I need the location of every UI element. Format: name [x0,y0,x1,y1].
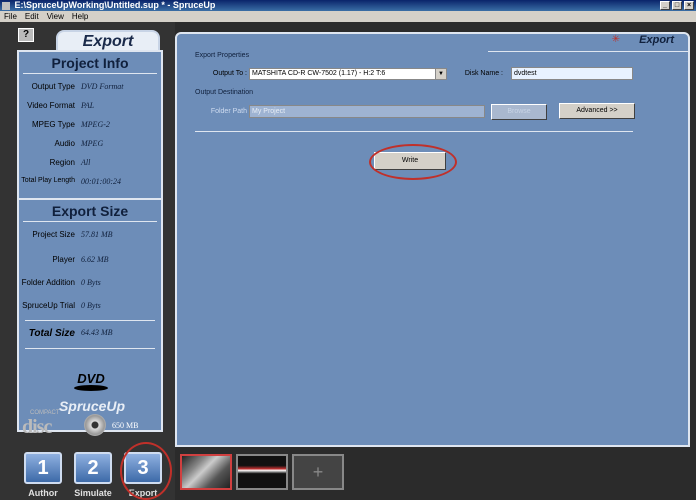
export-size-title: Export Size [23,200,157,222]
advanced-button[interactable]: Advanced >> [559,103,635,119]
size-row-spruceup-trial: SpruceUp Trial 0 Byts [19,301,161,313]
output-destination-title: Output Destination [195,89,253,96]
info-row-region: Region All [19,158,161,170]
export-main-panel: ✳ Export Export Properties Output To : M… [175,32,690,447]
simulate-mode-button[interactable]: 2 [74,452,112,484]
app-body: ? Export Project Info Output Type DVD Fo… [0,22,696,500]
annotation-circle-write [369,144,457,180]
info-row-total-play-length: Total Play Length 00:01:00:24 [19,177,161,189]
size-label: Folder Addition [21,278,75,287]
size-value: 57.81 MB [81,230,113,239]
add-menu-thumbnail[interactable]: + [292,454,344,490]
info-label: MPEG Type [32,120,75,129]
info-row-audio: Audio MPEG [19,139,161,151]
main-tab-label: Export [639,34,674,46]
menu-help[interactable]: Help [68,11,92,22]
window-controls: _ □ × [660,1,694,10]
export-properties-title: Export Properties [195,52,250,59]
plus-icon: + [312,461,324,482]
size-value: 0 Byts [81,278,101,287]
project-info-panel: Project Info Output Type DVD Format Vide… [17,50,163,212]
info-label: Region [49,158,75,167]
menu-file[interactable]: File [0,11,21,22]
info-value: 00:01:00:24 [81,177,121,186]
info-label: Total Play Length [21,177,75,184]
menu-edit[interactable]: Edit [21,11,43,22]
output-to-value: MATSHITA CD-R CW-7502 (1.17) - H:2 T:6 [252,70,386,77]
info-label: Audio [54,139,75,148]
help-button[interactable]: ? [18,28,34,42]
info-value: DVD Format [81,82,124,91]
menu-view[interactable]: View [43,11,68,22]
info-row-mpeg-type: MPEG Type MPEG-2 [19,120,161,132]
project-info-title: Project Info [23,52,157,74]
menu-thumbnail[interactable] [236,454,288,490]
left-export-tab: Export [56,30,160,52]
left-column: ? Export Project Info Output Type DVD Fo… [0,22,175,500]
title-bar: E:\SpruceUpWorking\Untitled.sup * - Spru… [0,0,696,11]
size-label: SpruceUp Trial [22,301,75,310]
cd-capacity: 650 MB [112,421,139,430]
info-value: PAL [81,101,95,110]
size-label: Project Size [32,230,75,239]
dvd-logo-icon: DVD [74,371,108,391]
menu-thumbnail-strip: + [180,454,344,490]
browse-button[interactable]: Browse [491,104,547,120]
size-row-player: Player 6.62 MB [19,255,161,267]
size-row-project-size: Project Size 57.81 MB [19,230,161,242]
dvd-logo-text: DVD [77,371,105,386]
export-size-panel: Export Size Project Size 57.81 MB Player… [17,198,163,432]
main-export-tab: ✳ Export [488,32,688,52]
annotation-circle-export [120,442,172,500]
panel-divider [195,131,633,132]
info-row-video-format: Video Format PAL [19,101,161,113]
info-value: All [81,158,91,167]
cd-disc-icon [84,414,106,436]
close-button[interactable]: × [684,1,694,10]
size-label: Player [52,255,75,264]
dropdown-arrow-icon[interactable]: ▼ [435,69,446,79]
disk-name-input[interactable]: dvdtest [511,67,633,80]
info-label: Video Format [27,101,75,110]
size-value: 0 Byts [81,301,101,310]
folder-path-input[interactable]: My Project [249,105,485,118]
menu-bar: File Edit View Help [0,11,696,22]
folder-path-label: Folder Path [210,108,247,115]
author-mode-label: Author [28,488,58,498]
right-area: ✳ Export Export Properties Output To : M… [175,22,696,500]
simulate-mode-label: Simulate [74,488,112,498]
size-row-folder-addition: Folder Addition 0 Byts [19,278,161,290]
size-value: 6.62 MB [81,255,109,264]
menu-thumbnail[interactable] [180,454,232,490]
author-mode-button[interactable]: 1 [24,452,62,484]
star-icon: ✳ [611,34,620,45]
output-to-dropdown[interactable]: MATSHITA CD-R CW-7502 (1.17) - H:2 T:6 ▼ [249,68,447,80]
compact-disc-logo: disc [22,416,52,438]
total-size-value: 64.43 MB [81,328,113,337]
window-title: E:\SpruceUpWorking\Untitled.sup * - Spru… [14,0,216,10]
total-size-label: Total Size [28,328,75,339]
minimize-button[interactable]: _ [660,1,670,10]
size-divider [25,348,155,349]
info-row-output-type: Output Type DVD Format [19,82,161,94]
info-value: MPEG-2 [81,120,110,129]
disk-name-label: Disk Name : [464,70,503,77]
compact-disc-area: COMPACT disc 650 MB [0,410,175,446]
app-icon [2,1,10,10]
size-row-total: Total Size 64.43 MB [19,328,161,342]
info-value: MPEG [81,139,104,148]
info-label: Output Type [31,82,75,91]
maximize-button[interactable]: □ [672,1,682,10]
output-to-label: Output To : [212,70,247,77]
size-divider [25,320,155,321]
